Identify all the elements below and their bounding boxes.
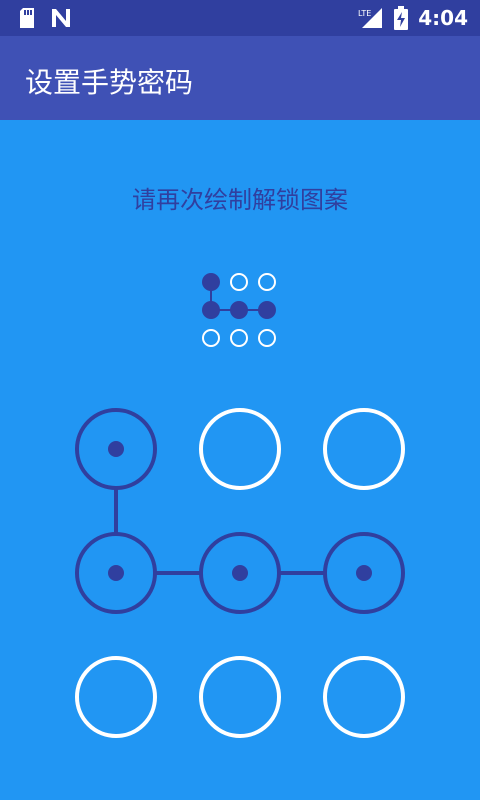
pattern-preview (202, 273, 276, 347)
pattern-node[interactable] (199, 408, 281, 490)
pattern-node-center-dot (108, 565, 124, 581)
preview-dot (230, 329, 248, 347)
preview-dot-selected (230, 301, 248, 319)
pattern-node[interactable] (199, 656, 281, 738)
gesture-canvas[interactable] (0, 0, 480, 800)
preview-dot-selected (202, 301, 220, 319)
pattern-node-center-dot (108, 441, 124, 457)
preview-dot (258, 329, 276, 347)
pattern-grid[interactable] (75, 408, 405, 738)
preview-dot (258, 273, 276, 291)
preview-dot (230, 273, 248, 291)
pattern-node[interactable] (75, 656, 157, 738)
preview-dot-selected (258, 301, 276, 319)
pattern-node-center-dot (356, 565, 372, 581)
preview-dot-selected (202, 273, 220, 291)
pattern-node-center-dot (232, 565, 248, 581)
preview-dot (202, 329, 220, 347)
pattern-node[interactable] (323, 408, 405, 490)
pattern-node[interactable] (323, 656, 405, 738)
